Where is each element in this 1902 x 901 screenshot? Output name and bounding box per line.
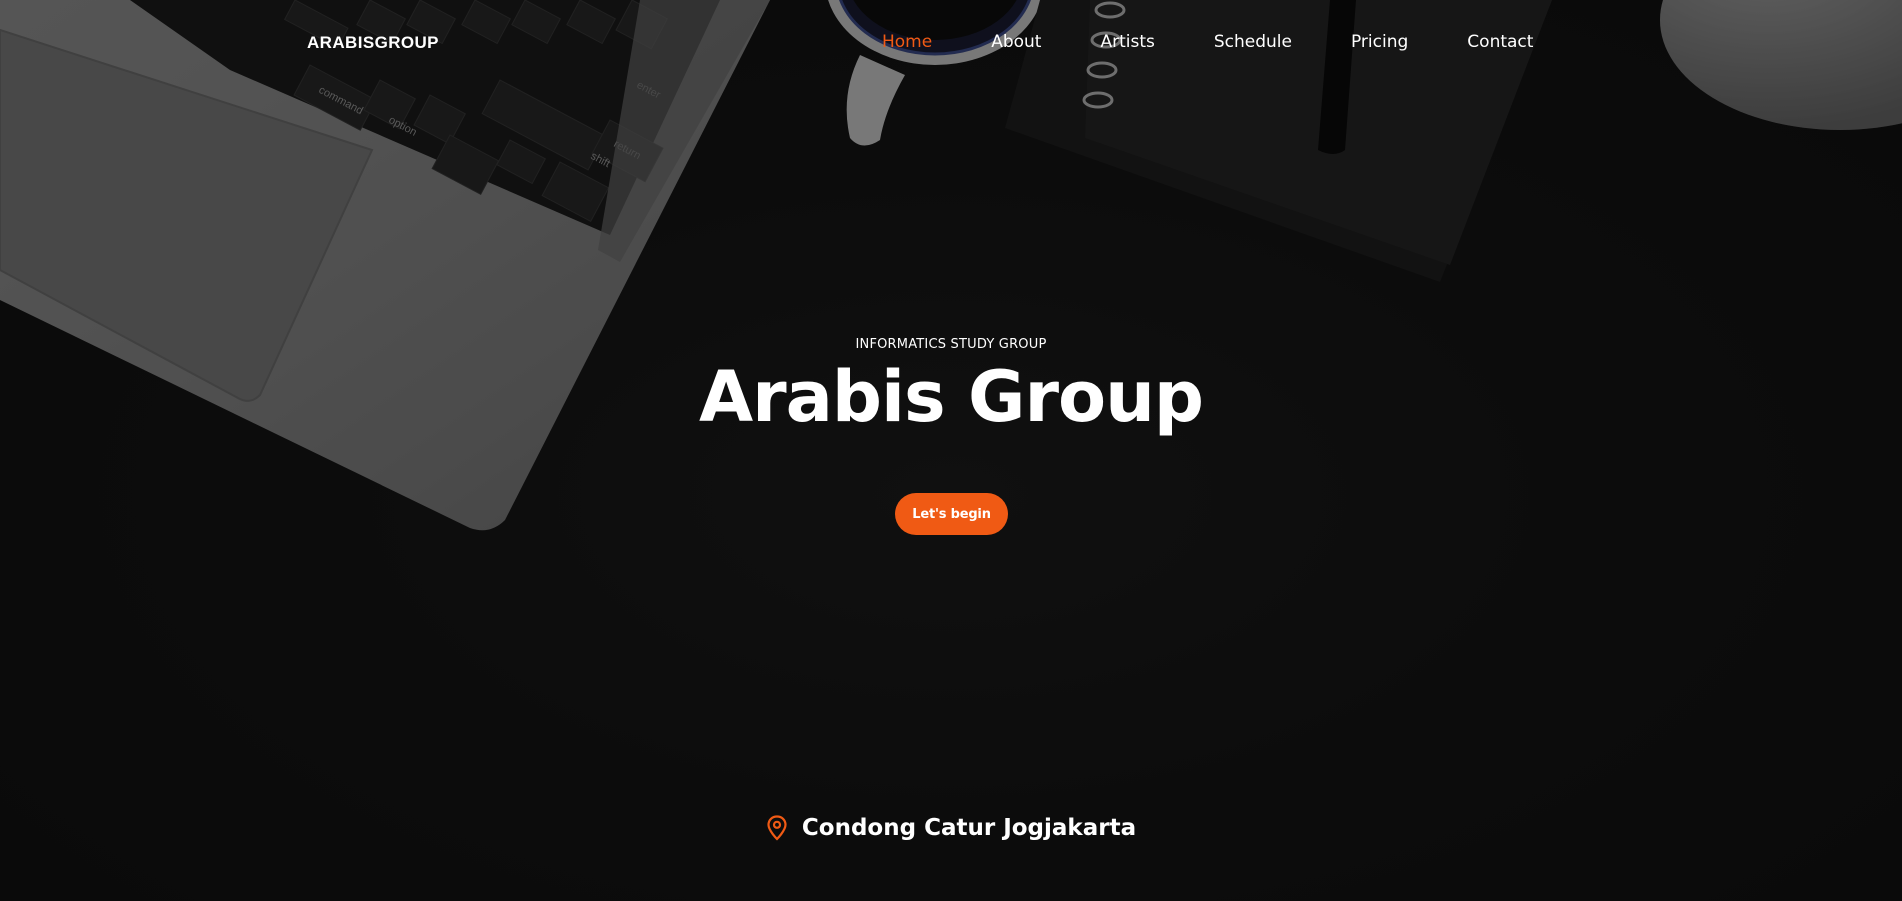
location-info: Condong Catur Jogjakarta: [0, 815, 1902, 841]
map-pin-icon: [766, 815, 788, 841]
nav-item-pricing[interactable]: Pricing: [1351, 32, 1408, 52]
nav-item-about[interactable]: About: [991, 32, 1041, 52]
nav-item-contact[interactable]: Contact: [1467, 32, 1533, 52]
hero-title: Arabis Group: [698, 356, 1204, 438]
nav-item-home[interactable]: Home: [882, 32, 932, 52]
hero-section: command option return shift enter: [0, 0, 1902, 901]
nav-item-schedule[interactable]: Schedule: [1214, 32, 1292, 52]
top-navigation: ARABISGROUP Home About Artists Schedule …: [0, 0, 1902, 86]
main-menu: Home About Artists Schedule Pricing Cont…: [882, 32, 1533, 52]
hero-background-photo: command option return shift enter: [0, 0, 1902, 901]
nav-item-artists[interactable]: Artists: [1100, 32, 1154, 52]
brand-logo[interactable]: ARABISGROUP: [307, 33, 439, 53]
location-text: Condong Catur Jogjakarta: [801, 815, 1137, 841]
hero-kicker: INFORMATICS STUDY GROUP: [855, 337, 1047, 352]
lets-begin-button[interactable]: Let's begin: [895, 493, 1008, 535]
